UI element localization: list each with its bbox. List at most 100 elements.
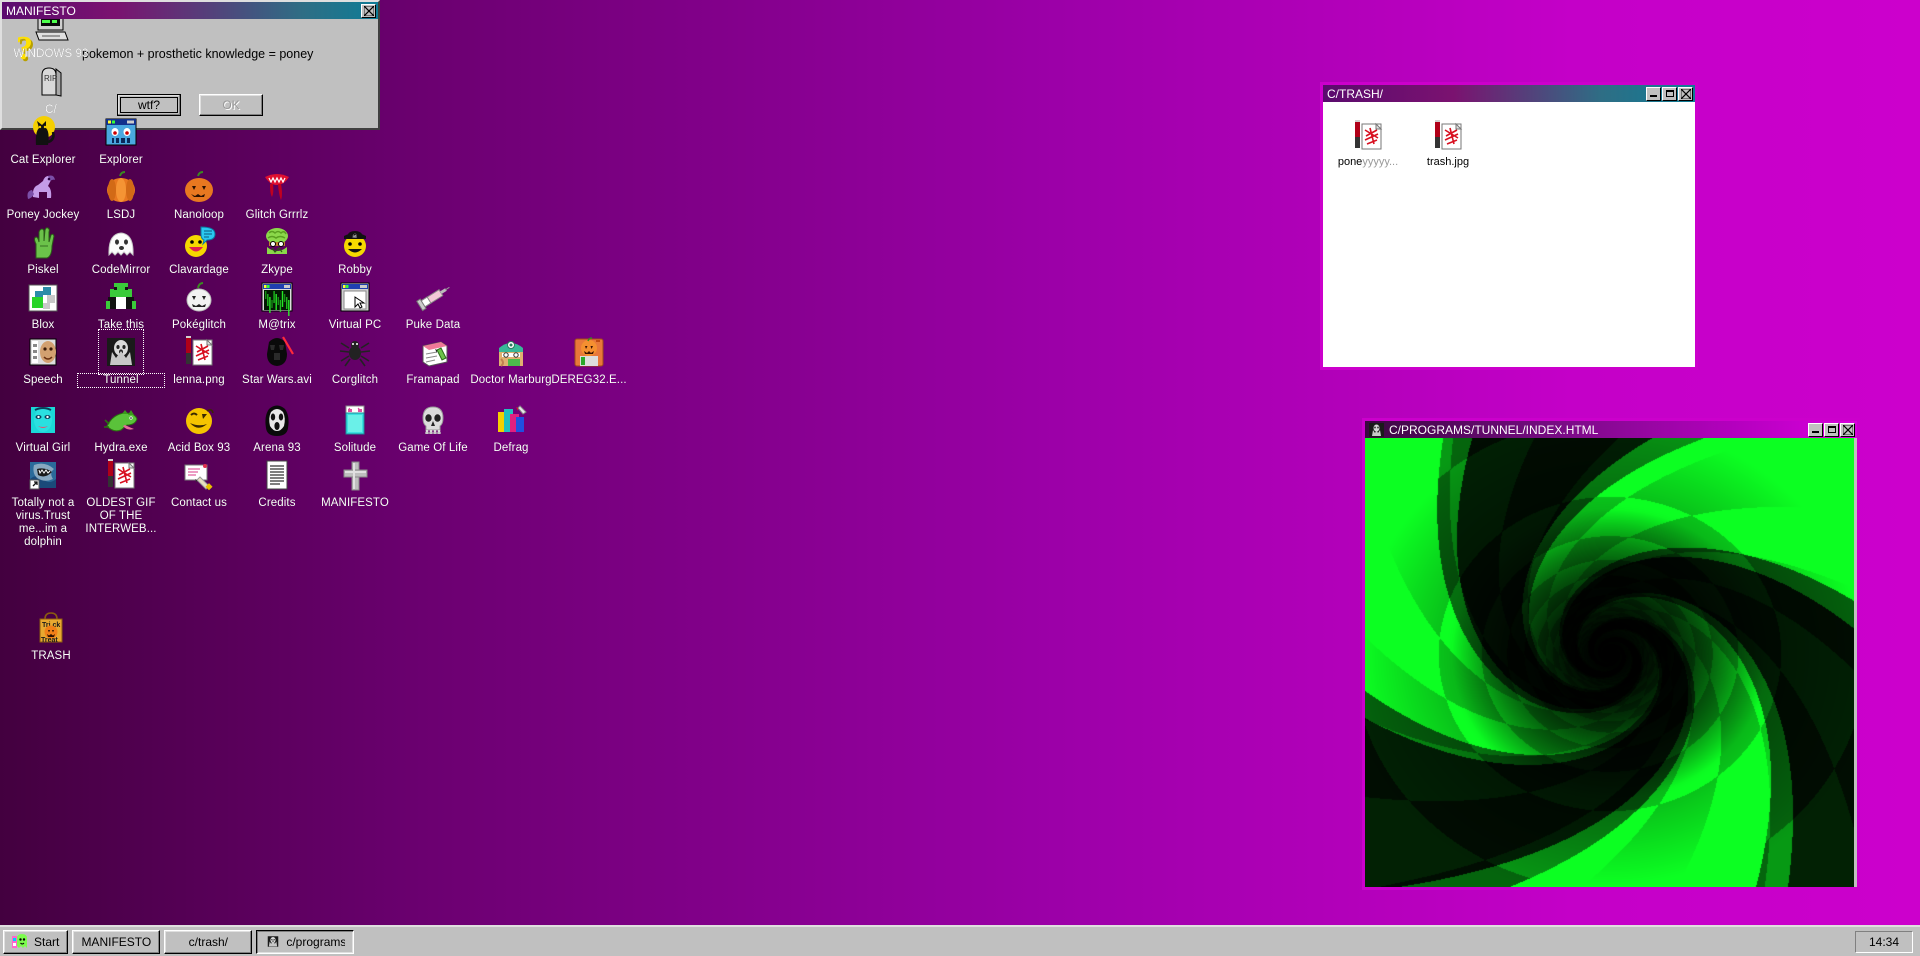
close-icon[interactable]: [1678, 86, 1693, 101]
desktop-icon-poney-jockey[interactable]: Poney Jockey: [0, 167, 86, 222]
virtual-pc-window-icon: [335, 277, 375, 317]
desktop-icon-take-this[interactable]: Take this: [78, 277, 164, 332]
desktop-icon-m-trix[interactable]: M@trix: [234, 277, 320, 332]
desktop-icon-framapad[interactable]: Framapad: [390, 332, 476, 387]
desktop-icon-piskel[interactable]: Piskel: [0, 222, 86, 277]
desktop-icon-doctor-marburg[interactable]: Doctor Marburg: [468, 332, 554, 387]
desktop-icon-contact-us[interactable]: Contact us: [156, 455, 242, 510]
trash-window-controls: [1646, 86, 1693, 101]
desktop-icon-virtual-pc[interactable]: Virtual PC: [312, 277, 398, 332]
desktop-icon-manifesto[interactable]: MANIFESTO: [312, 455, 398, 510]
svg-text:Treat: Treat: [41, 637, 58, 644]
desktop-icon-label: Arena 93: [253, 442, 301, 454]
desktop-icon-virtual-girl[interactable]: Virtual Girl: [0, 400, 86, 455]
ok-button[interactable]: OK: [199, 94, 263, 116]
desktop-icon-cat-explorer[interactable]: Cat Explorer: [0, 112, 86, 167]
desktop-icon-defrag[interactable]: Defrag: [468, 400, 554, 455]
taskbar-item-manifesto[interactable]: MANIFESTO: [72, 929, 161, 954]
desktop-icon-puke-data[interactable]: Puke Data: [390, 277, 476, 332]
acid-smiley-icon: [179, 400, 219, 440]
desktop-icon-label: DEREG32.E...: [551, 374, 627, 386]
desktop-icon-hydra-exe[interactable]: Hydra.exe: [78, 400, 164, 455]
taskbar-item-c-trash[interactable]: c/trash/: [164, 929, 253, 954]
desktop-icon-pok-glitch[interactable]: Pokéglitch: [156, 277, 242, 332]
desktop-icon-glitch-grrrlz[interactable]: Glitch Grrrlz: [234, 167, 320, 222]
desktop-icon-label: Cat Explorer: [10, 154, 76, 166]
file-label: poneyyyyy...: [1331, 156, 1405, 168]
desktop-icon-game-of-life[interactable]: Game Of Life: [390, 400, 476, 455]
desktop-icon-blox[interactable]: Blox: [0, 277, 86, 332]
bloody-knife-paper-icon: [1348, 116, 1388, 154]
minimize-icon[interactable]: [1808, 422, 1823, 437]
desktop-icon-label: Tunnel: [77, 373, 165, 388]
close-icon[interactable]: [361, 3, 376, 18]
desktop-icon-label: Poney Jockey: [6, 209, 80, 221]
trash-window-body[interactable]: poneyyyyy... trash.jpg: [1323, 102, 1695, 367]
card-deck-icon: [335, 400, 375, 440]
desktop-icon-lsdj[interactable]: LSDJ: [78, 167, 164, 222]
manifesto-titlebar[interactable]: MANIFESTO: [2, 2, 378, 19]
tunnel-window-titlebar[interactable]: C/PROGRAMS/TUNNEL/INDEX.HTML: [1365, 421, 1857, 438]
green-creature-icon: [101, 277, 141, 317]
svg-text:RIP: RIP: [44, 74, 57, 83]
desktop-icon-nanoloop[interactable]: Nanoloop: [156, 167, 242, 222]
maximize-icon[interactable]: [1662, 86, 1677, 101]
desktop-icon-dereg32-e[interactable]: DEREG32.E...: [546, 332, 632, 387]
desktop-icon-acid-box-93[interactable]: Acid Box 93: [156, 400, 242, 455]
desktop-icon-oldest-gif-of-the-interweb[interactable]: OLDEST GIF OF THE INTERWEB...: [78, 455, 164, 536]
desktop-icon-lenna-png[interactable]: lenna.png: [156, 332, 242, 387]
desktop-icon-codemirror[interactable]: CodeMirror: [78, 222, 164, 277]
spooky-tunnel-icon: [265, 934, 281, 949]
start-button[interactable]: Start: [3, 929, 69, 954]
desktop-icon-label: Framapad: [406, 374, 460, 386]
desktop-icon-totally-not-a-virus-trust-me-im-a-dolphin[interactable]: Totally not a virus.Trust me...im a dolp…: [0, 455, 86, 549]
desktop-icon-tunnel[interactable]: Tunnel: [77, 329, 165, 388]
taskbar[interactable]: Start MANIFESTO c/trash/ c/programs/tu 14…: [0, 925, 1920, 956]
taskbar-item-c-programs-tu[interactable]: c/programs/tu: [256, 929, 355, 954]
desktop-icon-label: Totally not a virus.Trust me...im a dolp…: [11, 497, 75, 548]
file-item[interactable]: poneyyyyy...: [1331, 116, 1405, 168]
syringe-icon: [413, 277, 453, 317]
minimize-icon[interactable]: [1646, 86, 1661, 101]
pumpkin-icon: [101, 167, 141, 207]
scream-mask-icon: [257, 400, 297, 440]
desktop[interactable]: WINDOWS 93 RIP C/ Cat Explorer Explorer P…: [0, 0, 1920, 956]
desktop-icon-clavardage[interactable]: Clavardage: [156, 222, 242, 277]
matrix-window-icon: [257, 277, 297, 317]
desktop-icon-arena-93[interactable]: Arena 93: [234, 400, 320, 455]
desktop-icon-c[interactable]: RIP C/: [8, 62, 94, 117]
desktop-icon-label: Clavardage: [169, 264, 229, 276]
file-label-lead: trash.jpg: [1426, 156, 1470, 168]
taskbar-task-list: MANIFESTO c/trash/ c/programs/tu: [72, 929, 358, 954]
trash-window-titlebar[interactable]: C/TRASH/: [1323, 85, 1695, 102]
desktop-icon-explorer[interactable]: Explorer: [78, 112, 164, 167]
maximize-icon[interactable]: [1824, 422, 1839, 437]
chat-smiley-icon: [179, 222, 219, 262]
file-label: trash.jpg: [1411, 156, 1485, 168]
file-item[interactable]: trash.jpg: [1411, 116, 1485, 168]
desktop-icon-label: Puke Data: [405, 319, 461, 331]
desktop-icon-corglitch[interactable]: Corglitch: [312, 332, 398, 387]
desktop-icon-label: Defrag: [493, 442, 529, 454]
desktop-icon-speech[interactable]: Speech: [0, 332, 86, 387]
desktop-icon-label: TRASH: [31, 650, 71, 662]
manifesto-message: pokemon + prosthetic knowledge = poney: [82, 47, 314, 61]
desktop-icon-label: Glitch Grrrlz: [245, 209, 309, 221]
desktop-icon-label: M@trix: [258, 319, 296, 331]
taskbar-item-label: MANIFESTO: [81, 934, 152, 949]
skull-icon: [413, 400, 453, 440]
system-tray-clock[interactable]: 14:34: [1855, 930, 1913, 953]
desktop-icon-robby[interactable]: ☠ Robby: [312, 222, 398, 277]
desktop-icon-label: WINDOWS 93: [13, 48, 89, 60]
desktop-icon-star-wars-avi[interactable]: Star Wars.avi: [234, 332, 320, 387]
tunnel-fractal-canvas: [1365, 438, 1854, 887]
desktop-icon-trash[interactable]: Tri ck Treat TRASH: [8, 608, 94, 663]
win93-ghost-icon: [12, 933, 29, 950]
tunnel-window[interactable]: C/PROGRAMS/TUNNEL/INDEX.HTML: [1362, 418, 1860, 890]
close-icon[interactable]: [1840, 422, 1855, 437]
desktop-icon-solitude[interactable]: Solitude: [312, 400, 398, 455]
desktop-icon-label: OLDEST GIF OF THE INTERWEB...: [85, 497, 157, 535]
trash-window[interactable]: C/TRASH/ poneyyyyy... trash.jpg: [1320, 82, 1698, 370]
desktop-icon-zkype[interactable]: Zkype: [234, 222, 320, 277]
desktop-icon-credits[interactable]: Credits: [234, 455, 320, 510]
